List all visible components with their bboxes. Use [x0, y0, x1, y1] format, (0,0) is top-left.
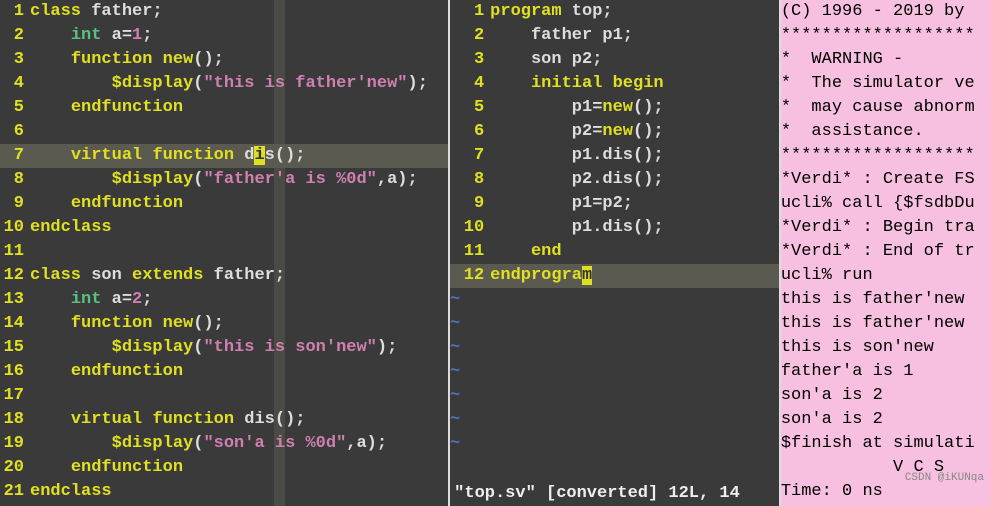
code-line[interactable]: 11	[0, 240, 448, 264]
line-number: 14	[0, 312, 30, 336]
code-line[interactable]: 9 p1=p2;	[450, 192, 779, 216]
code-line[interactable]: 8 $display("father'a is %0d",a);	[0, 168, 448, 192]
terminal-line: father'a is 1	[781, 360, 990, 384]
code-line[interactable]: 2 int a=1;	[0, 24, 448, 48]
code-line[interactable]: 3 function new();	[0, 48, 448, 72]
watermark: CSDN @iKUNqa	[905, 472, 984, 484]
line-number: 12	[450, 264, 490, 288]
line-number: 7	[450, 144, 490, 168]
code-line[interactable]: 20 endfunction	[0, 456, 448, 480]
empty-line-tilde: ~	[450, 360, 779, 384]
terminal-line: *Verdi* : Begin tra	[781, 216, 990, 240]
terminal-line: this is father'new	[781, 288, 990, 312]
terminal-line: (C) 1996 - 2019 by	[781, 0, 990, 24]
terminal-line: *Verdi* : Create FS	[781, 168, 990, 192]
line-number: 1	[450, 0, 490, 24]
code-line[interactable]: 6 p2=new();	[450, 120, 779, 144]
empty-line-tilde: ~	[450, 432, 779, 456]
line-number: 10	[0, 216, 30, 240]
code-line[interactable]: 1class father;	[0, 0, 448, 24]
line-number: 8	[0, 168, 30, 192]
terminal-line: *******************	[781, 144, 990, 168]
code-line[interactable]: 11 end	[450, 240, 779, 264]
empty-line-tilde: ~	[450, 336, 779, 360]
code-line[interactable]: 21endclass	[0, 480, 448, 504]
code-line[interactable]: 12class son extends father;	[0, 264, 448, 288]
line-number: 3	[0, 48, 30, 72]
terminal-line: ucli% call {$fsdbDu	[781, 192, 990, 216]
status-bar: "top.sv" [converted] 12L, 14	[450, 482, 779, 506]
code-line[interactable]: 2 father p1;	[450, 24, 779, 48]
terminal-line: this is son'new	[781, 336, 990, 360]
line-number: 13	[0, 288, 30, 312]
line-number: 10	[450, 216, 490, 240]
line-number: 11	[0, 240, 30, 264]
line-number: 6	[0, 120, 30, 144]
code-line[interactable]: 17	[0, 384, 448, 408]
line-number: 18	[0, 408, 30, 432]
code-line[interactable]: 15 $display("this is son'new");	[0, 336, 448, 360]
right-editor-pane[interactable]: 1program top;2 father p1;3 son p2;4 init…	[450, 0, 779, 506]
terminal-line: * may cause abnorm	[781, 96, 990, 120]
line-number: 20	[0, 456, 30, 480]
code-line[interactable]: 4 $display("this is father'new");	[0, 72, 448, 96]
code-line[interactable]: 19 $display("son'a is %0d",a);	[0, 432, 448, 456]
code-line[interactable]: 5 endfunction	[0, 96, 448, 120]
line-number: 15	[0, 336, 30, 360]
terminal-line: * assistance.	[781, 120, 990, 144]
line-number: 7	[0, 144, 30, 168]
terminal-line: ucli% run	[781, 264, 990, 288]
terminal-line: this is father'new	[781, 312, 990, 336]
code-line[interactable]: 6	[0, 120, 448, 144]
line-number: 4	[0, 72, 30, 96]
empty-line-tilde: ~	[450, 384, 779, 408]
code-line[interactable]: 13 int a=2;	[0, 288, 448, 312]
line-number: 2	[0, 24, 30, 48]
empty-line-tilde: ~	[450, 312, 779, 336]
terminal-line: son'a is 2	[781, 384, 990, 408]
cursor: i	[254, 146, 264, 165]
empty-line-tilde: ~	[450, 288, 779, 312]
code-line[interactable]: 12endprogram	[450, 264, 779, 288]
line-number: 4	[450, 72, 490, 96]
line-number: 5	[450, 96, 490, 120]
line-number: 2	[450, 24, 490, 48]
code-line[interactable]: 10 p1.dis();	[450, 216, 779, 240]
code-line[interactable]: 9 endfunction	[0, 192, 448, 216]
line-number: 11	[450, 240, 490, 264]
terminal-line: * The simulator ve	[781, 72, 990, 96]
terminal-line: son'a is 2	[781, 408, 990, 432]
code-line[interactable]: 7 p1.dis();	[450, 144, 779, 168]
code-line[interactable]: 1program top;	[450, 0, 779, 24]
line-number: 1	[0, 0, 30, 24]
line-number: 21	[0, 480, 30, 504]
code-line[interactable]: 7 virtual function dis();	[0, 144, 448, 168]
code-line[interactable]: 8 p2.dis();	[450, 168, 779, 192]
code-line[interactable]: 10endclass	[0, 216, 448, 240]
line-number: 16	[0, 360, 30, 384]
cursor: m	[582, 266, 592, 285]
terminal-line: *Verdi* : End of tr	[781, 240, 990, 264]
line-number: 12	[0, 264, 30, 288]
line-number: 17	[0, 384, 30, 408]
line-number: 9	[450, 192, 490, 216]
terminal-line: $finish at simulati	[781, 432, 990, 456]
line-number: 19	[0, 432, 30, 456]
line-number: 6	[450, 120, 490, 144]
line-number: 8	[450, 168, 490, 192]
code-line[interactable]: 5 p1=new();	[450, 96, 779, 120]
code-line[interactable]: 3 son p2;	[450, 48, 779, 72]
terminal-line: *******************	[781, 24, 990, 48]
line-number: 5	[0, 96, 30, 120]
code-line[interactable]: 16 endfunction	[0, 360, 448, 384]
code-line[interactable]: 4 initial begin	[450, 72, 779, 96]
code-line[interactable]: 18 virtual function dis();	[0, 408, 448, 432]
code-line[interactable]: 14 function new();	[0, 312, 448, 336]
empty-line-tilde: ~	[450, 408, 779, 432]
line-number: 9	[0, 192, 30, 216]
left-editor-pane[interactable]: 1class father;2 int a=1;3 function new()…	[0, 0, 448, 506]
line-number: 3	[450, 48, 490, 72]
terminal-line: * WARNING -	[781, 48, 990, 72]
output-terminal-pane[interactable]: (C) 1996 - 2019 by ******************** …	[781, 0, 990, 506]
